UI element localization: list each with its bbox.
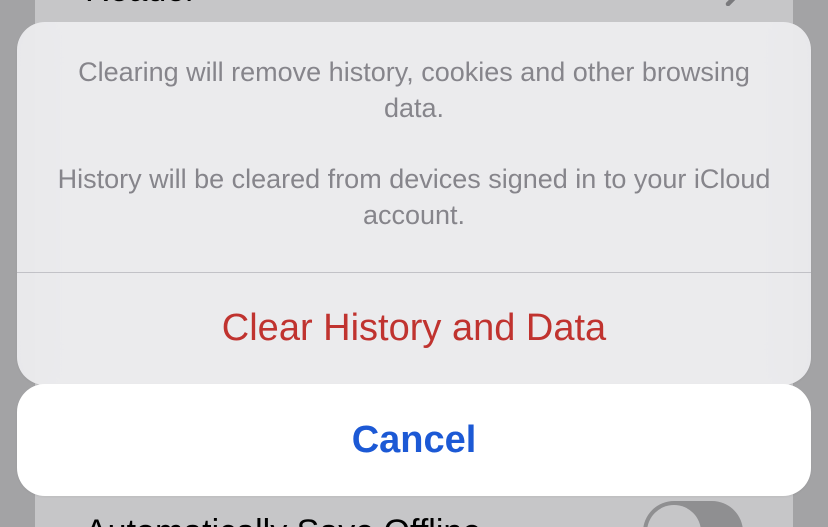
- message-line-1: Clearing will remove history, cookies an…: [78, 57, 750, 123]
- settings-row-label: Automatically Save Offline: [85, 513, 481, 527]
- cancel-label: Cancel: [352, 419, 477, 462]
- action-sheet-message: Clearing will remove history, cookies an…: [17, 22, 811, 273]
- clear-history-button[interactable]: Clear History and Data: [17, 273, 811, 385]
- cancel-button[interactable]: Cancel: [17, 384, 811, 496]
- clear-history-label: Clear History and Data: [222, 307, 606, 350]
- settings-row-label: Reader: [85, 0, 197, 10]
- action-sheet: Clearing will remove history, cookies an…: [17, 22, 811, 385]
- chevron-right-icon: [725, 0, 743, 4]
- toggle-switch: [643, 501, 743, 527]
- message-line-2: History will be cleared from devices sig…: [57, 161, 771, 234]
